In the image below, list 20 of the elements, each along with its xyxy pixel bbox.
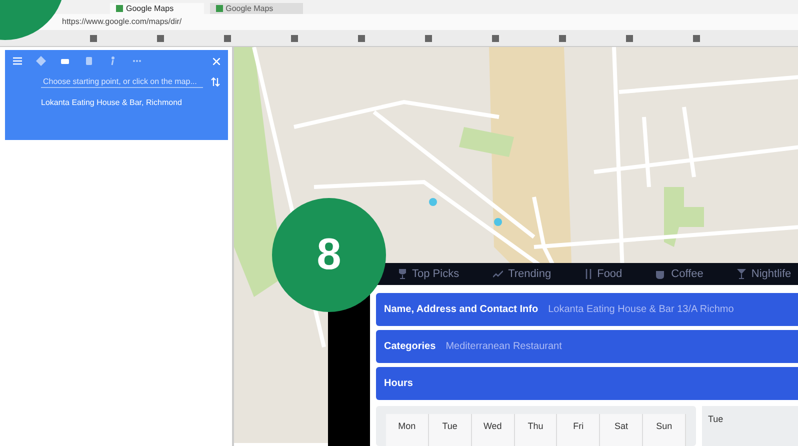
day-option[interactable]: Thu: [514, 414, 558, 446]
browser-tab[interactable]: Google Maps: [110, 3, 204, 14]
start-field[interactable]: Choose starting point, or click on the map...: [41, 76, 203, 88]
section-header[interactable]: Hours: [376, 367, 798, 400]
day-option[interactable]: Wed: [472, 414, 515, 446]
nav-item[interactable]: Nightlife: [751, 268, 792, 280]
nav-item[interactable]: Top Picks: [412, 268, 460, 280]
day-option[interactable]: Sat: [600, 414, 644, 446]
day-field[interactable]: Tue: [702, 406, 798, 446]
day-option[interactable]: Mon: [386, 414, 429, 446]
day-option[interactable]: Sun: [643, 414, 686, 446]
section-header[interactable]: Categories Mediterranean Restaurant: [376, 330, 798, 363]
section-header[interactable]: Name, Address and Contact Info Lokanta Eating House & Bar 13/A Richmo: [376, 293, 798, 326]
day-option[interactable]: Fri: [557, 414, 600, 446]
nav-item[interactable]: Coffee: [671, 268, 704, 280]
browser-tab[interactable]: Google Maps: [210, 3, 304, 14]
nav-item[interactable]: Trending: [508, 268, 552, 280]
nav-item[interactable]: Food: [597, 268, 622, 280]
day-option[interactable]: Tue: [428, 414, 472, 446]
destination-field[interactable]: Lokanta Eating House & Bar, Richmond: [41, 98, 182, 107]
